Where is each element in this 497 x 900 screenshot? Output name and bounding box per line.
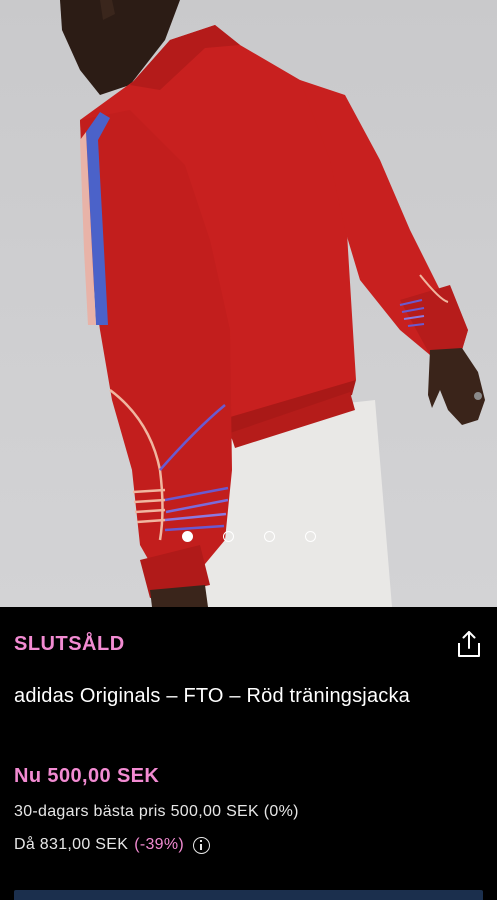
original-price: Då 831,00 SEK	[14, 836, 129, 853]
gallery-dot-2[interactable]	[222, 531, 234, 542]
discount-percentage: (-39%)	[134, 836, 185, 853]
product-info: SLUTSÅLD adidas Originals – FTO – Röd tr…	[0, 607, 497, 900]
best-price-30-days: 30-dagars bästa pris 500,00 SEK (0%)	[14, 803, 299, 820]
gallery-pagination	[0, 531, 497, 549]
sold-out-label: SLUTSÅLD	[14, 633, 125, 655]
product-image[interactable]	[0, 0, 497, 607]
gallery-dot-4[interactable]	[304, 531, 316, 542]
original-price-row: Då 831,00 SEK (-39%)	[14, 836, 211, 854]
product-photo-illustration	[60, 0, 485, 607]
current-price: Nu 500,00 SEK	[14, 765, 160, 787]
gallery-dot-3[interactable]	[263, 531, 275, 542]
share-icon[interactable]	[455, 629, 483, 659]
info-icon[interactable]	[193, 836, 211, 854]
add-to-bag-button[interactable]	[14, 890, 483, 900]
product-title: adidas Originals – FTO – Röd träningsjac…	[14, 685, 410, 707]
gallery-dot-1[interactable]	[181, 531, 193, 542]
